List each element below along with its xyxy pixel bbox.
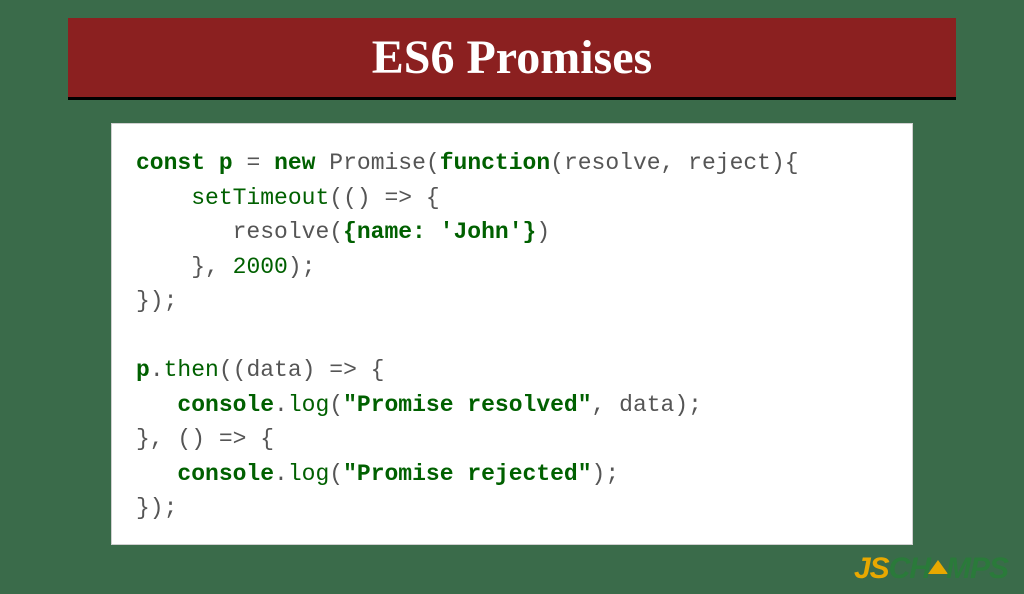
obj-start: {name: xyxy=(343,219,426,245)
code-text: = xyxy=(233,150,274,176)
code-text: }); xyxy=(136,495,177,521)
fn-settimeout: setTimeout xyxy=(191,185,329,211)
code-text: . xyxy=(274,461,288,487)
console: console xyxy=(177,392,274,418)
keyword-const: const xyxy=(136,150,205,176)
keyword-new: new xyxy=(274,150,315,176)
code-text: Promise( xyxy=(315,150,439,176)
logo-ch-post: MPS xyxy=(946,552,1008,585)
code-text: ((data) => { xyxy=(219,357,385,383)
code-text: ( xyxy=(329,392,343,418)
code-indent xyxy=(136,254,191,280)
code-indent xyxy=(136,219,233,245)
method-then: then xyxy=(164,357,219,383)
caret-icon xyxy=(928,560,948,574)
code-text: ); xyxy=(592,461,620,487)
code-example: const p = new Promise(function(resolve, … xyxy=(112,124,912,544)
method-log: log xyxy=(288,461,329,487)
var-p: p xyxy=(136,357,150,383)
code-text: . xyxy=(274,392,288,418)
code-text: (resolve, reject){ xyxy=(550,150,798,176)
brand-logo: JSCH MPS xyxy=(854,552,1008,586)
obj-end: } xyxy=(523,219,537,245)
string-literal: 'John' xyxy=(426,219,523,245)
code-text: ) xyxy=(536,219,550,245)
code-indent xyxy=(136,185,191,211)
code-text: ); xyxy=(288,254,316,280)
method-log: log xyxy=(288,392,329,418)
logo-js: JS xyxy=(854,552,889,585)
string-literal: "Promise rejected" xyxy=(343,461,591,487)
code-text: }); xyxy=(136,288,177,314)
code-text: }, xyxy=(191,254,232,280)
code-text: }, () => { xyxy=(136,426,274,452)
code-text: . xyxy=(150,357,164,383)
console: console xyxy=(177,461,274,487)
code-text: (() => { xyxy=(329,185,439,211)
string-literal: "Promise resolved" xyxy=(343,392,591,418)
number-literal: 2000 xyxy=(233,254,288,280)
keyword-function: function xyxy=(440,150,550,176)
slide-title: ES6 Promises xyxy=(68,18,956,100)
code-text: resolve( xyxy=(233,219,343,245)
var-p: p xyxy=(219,150,233,176)
code-text: , data); xyxy=(592,392,702,418)
code-indent xyxy=(136,461,177,487)
code-text xyxy=(205,150,219,176)
code-text: ( xyxy=(329,461,343,487)
code-indent xyxy=(136,392,177,418)
logo-ch-pre: CH xyxy=(889,552,930,585)
